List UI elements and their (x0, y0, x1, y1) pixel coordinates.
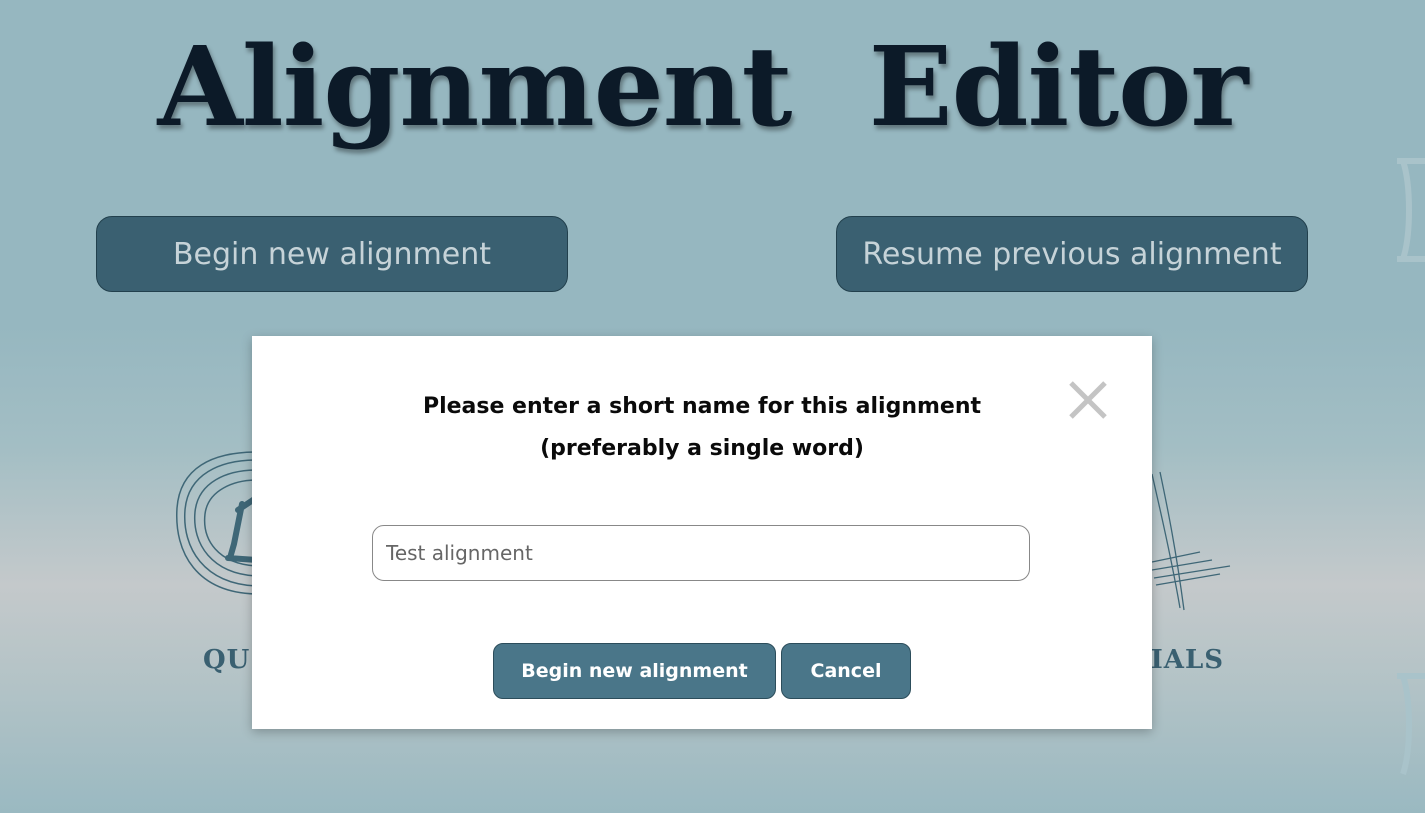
close-button[interactable] (1068, 380, 1108, 420)
close-icon (1069, 381, 1107, 419)
dialog-title-line1: Please enter a short name for this align… (422, 394, 982, 419)
dialog-cancel-button[interactable]: Cancel (781, 643, 911, 699)
dialog-title-line2: (preferably a single word) (540, 436, 864, 461)
name-alignment-dialog: Please enter a short name for this align… (252, 336, 1152, 729)
page-title: Alignment Editor (157, 22, 1249, 151)
dialog-begin-new-alignment-button[interactable]: Begin new alignment (493, 643, 776, 699)
resume-previous-alignment-button[interactable]: Resume previous alignment (836, 216, 1308, 292)
quick-start-illustration (176, 451, 259, 595)
begin-new-alignment-button[interactable]: Begin new alignment (96, 216, 568, 292)
edge-decoration-icon (1397, 158, 1425, 262)
tutorials-illustration (1151, 471, 1231, 611)
dialog-title: Please enter a short name for this align… (252, 386, 1152, 470)
quick-start-link-label: QU (203, 645, 251, 675)
edge-decoration-icon-2 (1397, 673, 1425, 775)
alignment-name-input[interactable] (372, 525, 1030, 581)
